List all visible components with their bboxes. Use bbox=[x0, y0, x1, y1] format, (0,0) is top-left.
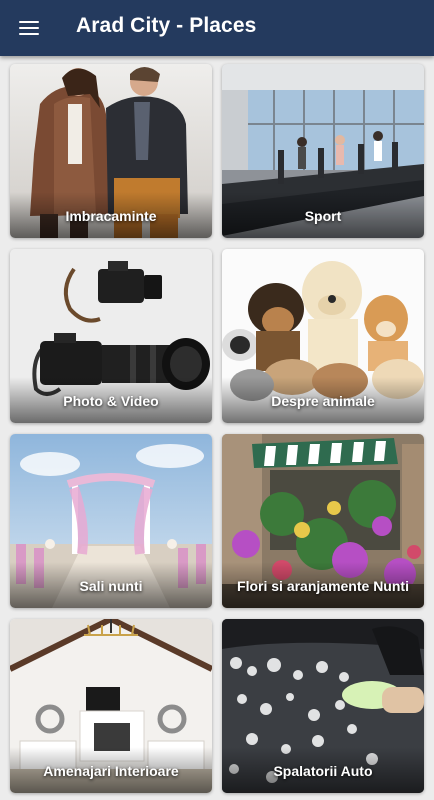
category-card-car-wash[interactable]: Spalatorii Auto bbox=[222, 619, 424, 793]
category-label: Imbracaminte bbox=[10, 192, 212, 238]
category-card-interior[interactable]: Amenajari Interioare bbox=[10, 619, 212, 793]
category-card-animals[interactable]: Despre animale bbox=[222, 249, 424, 423]
category-card-flowers[interactable]: Flori si aranjamente Nunti bbox=[222, 434, 424, 608]
category-label: Photo & Video bbox=[10, 377, 212, 423]
category-label: Sport bbox=[222, 192, 424, 238]
category-label: Spalatorii Auto bbox=[222, 747, 424, 793]
category-label: Despre animale bbox=[222, 377, 424, 423]
app-bar: Arad City - Places bbox=[0, 0, 434, 56]
category-card-sport[interactable]: Sport bbox=[222, 64, 424, 238]
category-grid: Imbracaminte Sport Photo & Video Despre … bbox=[0, 56, 434, 800]
category-label: Flori si aranjamente Nunti bbox=[222, 562, 424, 608]
category-card-wedding-halls[interactable]: Sali nunti bbox=[10, 434, 212, 608]
page-title: Arad City - Places bbox=[76, 14, 257, 37]
category-card-clothing[interactable]: Imbracaminte bbox=[10, 64, 212, 238]
category-label: Sali nunti bbox=[10, 562, 212, 608]
menu-button[interactable] bbox=[10, 10, 48, 46]
hamburger-menu-icon bbox=[19, 21, 39, 36]
category-label: Amenajari Interioare bbox=[10, 747, 212, 793]
category-card-photo-video[interactable]: Photo & Video bbox=[10, 249, 212, 423]
